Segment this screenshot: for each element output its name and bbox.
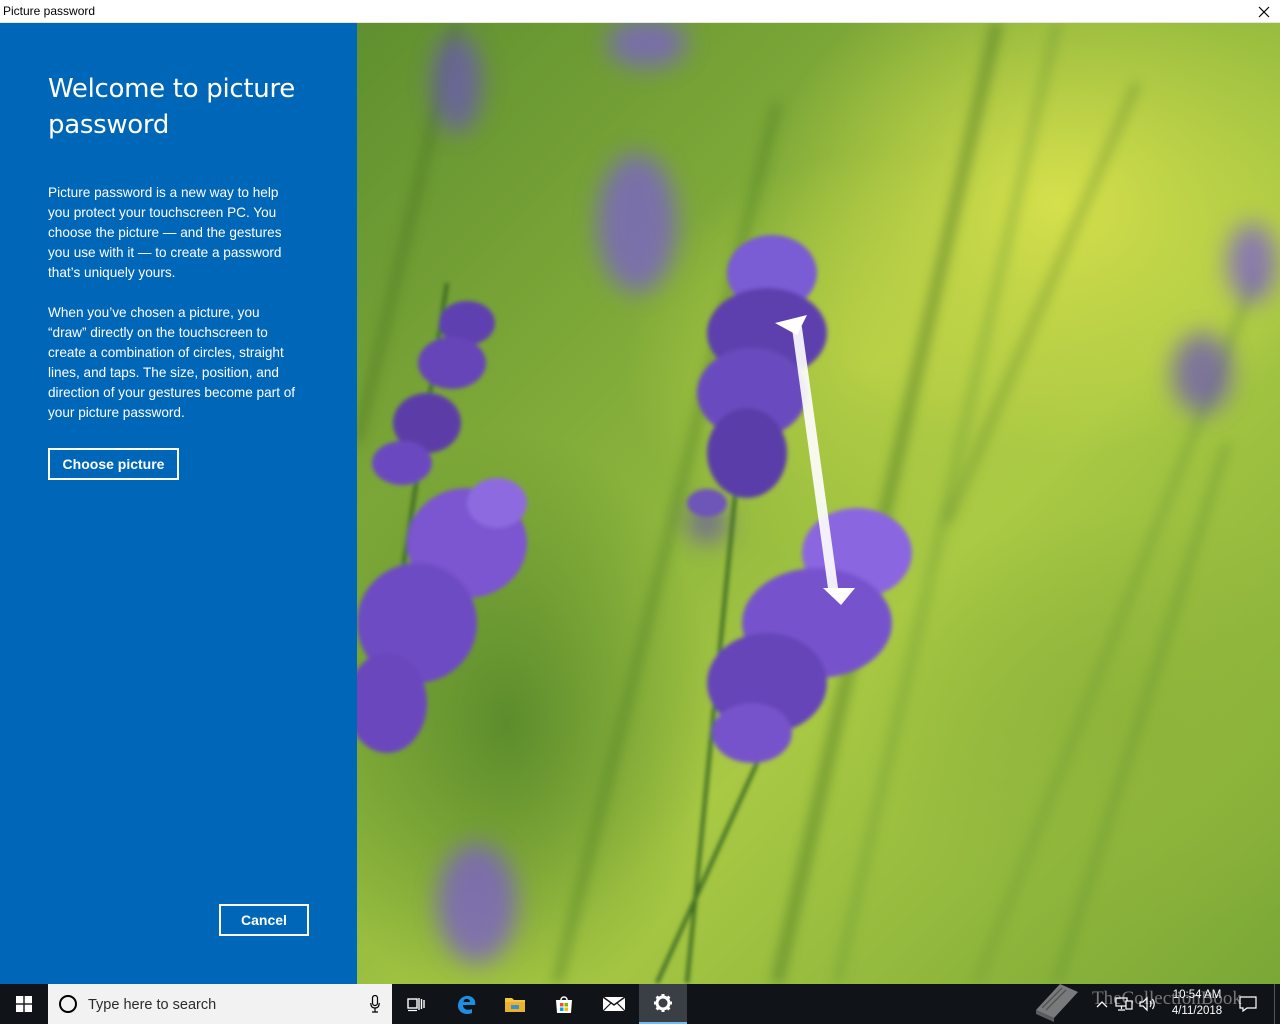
instructions-panel: Welcome to picture password Picture pass… [0, 23, 357, 984]
store-button[interactable] [540, 984, 588, 1024]
choose-picture-button[interactable]: Choose picture [48, 448, 179, 480]
intro-paragraph: Picture password is a new way to help yo… [48, 185, 282, 280]
instructions-paragraph: When you’ve chosen a picture, you “draw”… [48, 305, 296, 420]
show-desktop-button[interactable] [1274, 984, 1280, 1024]
network-icon [1115, 997, 1133, 1011]
network-button[interactable] [1113, 984, 1135, 1024]
taskbar: TheCollectionBook 10:54 AM 4/11/2018 [0, 984, 1280, 1024]
cancel-button[interactable]: Cancel [219, 904, 309, 936]
lavender-picture[interactable] [357, 23, 1280, 984]
edge-icon [458, 995, 476, 1015]
edge-button[interactable] [442, 984, 490, 1024]
windows-logo-icon [16, 996, 32, 1012]
speaker-icon [1139, 996, 1155, 1012]
title-bar: Picture password [0, 0, 1280, 23]
clock-time: 10:54 AM [1172, 989, 1222, 1001]
task-view-button[interactable] [392, 984, 440, 1024]
close-icon [1258, 6, 1270, 17]
search-input[interactable] [86, 992, 360, 1018]
book-logo-icon [1036, 984, 1078, 1022]
lavender-image [357, 23, 1277, 984]
store-icon [556, 996, 572, 1013]
mail-button[interactable] [590, 984, 638, 1024]
microphone-icon[interactable] [370, 995, 380, 1013]
task-view-icon [407, 998, 425, 1012]
start-button[interactable] [0, 984, 48, 1024]
page-title: Welcome to picture password [48, 74, 295, 140]
action-center-button[interactable] [1236, 984, 1260, 1024]
taskbar-search-box[interactable] [48, 984, 392, 1024]
mail-icon [602, 996, 626, 1012]
window-title: Picture password [3, 4, 96, 18]
volume-button[interactable] [1137, 984, 1159, 1024]
settings-button[interactable] [639, 984, 687, 1024]
clock-date: 4/11/2018 [1171, 1005, 1223, 1017]
chevron-up-icon [1096, 1001, 1108, 1008]
notification-icon [1239, 996, 1257, 1012]
close-button[interactable] [1248, 0, 1280, 23]
settings-icon [654, 994, 672, 1012]
file-explorer-icon [505, 998, 525, 1012]
show-hidden-icons-button[interactable] [1093, 984, 1111, 1024]
cortana-icon [59, 995, 77, 1013]
file-explorer-button[interactable] [491, 984, 539, 1024]
taskbar-clock[interactable]: 10:54 AM 4/11/2018 [1158, 987, 1236, 1023]
